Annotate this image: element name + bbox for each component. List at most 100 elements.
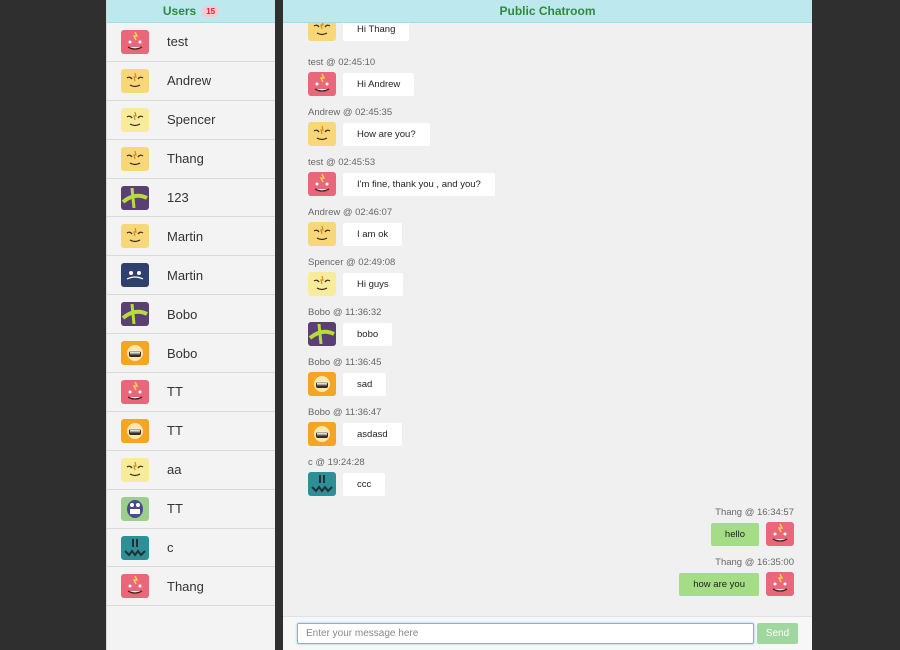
message-bubble: asdasd bbox=[343, 422, 402, 446]
message-bubble: I am ok bbox=[343, 222, 403, 246]
user-list-item[interactable]: TT bbox=[107, 490, 275, 529]
message-meta: c @ 19:24:28 bbox=[308, 457, 365, 468]
avatar bbox=[308, 422, 336, 446]
user-list-item[interactable]: aa bbox=[107, 451, 275, 490]
chat-message: Andrew @ 02:46:07 I am ok bbox=[308, 207, 403, 246]
chat-header: Public Chatroom bbox=[283, 0, 812, 23]
user-list-item[interactable]: Thang bbox=[107, 140, 275, 179]
chat-message: Bobo @ 11:36:45 sad bbox=[308, 357, 387, 396]
user-name: Spencer bbox=[167, 112, 216, 128]
avatar bbox=[121, 496, 149, 521]
users-header: Users 15 bbox=[107, 0, 275, 23]
avatar bbox=[308, 322, 336, 346]
avatar bbox=[121, 29, 149, 54]
message-list[interactable]: Hi Thang test @ 02:45:10 Hi Andrew Andrew @… bbox=[283, 23, 812, 616]
user-name: Martin bbox=[167, 228, 204, 244]
message-meta: Bobo @ 11:36:32 bbox=[308, 307, 382, 318]
message-bubble: Hi Andrew bbox=[343, 72, 415, 96]
message-meta: Thang @ 16:35:00 bbox=[715, 557, 794, 568]
user-name: Thang bbox=[167, 578, 204, 594]
message-bubble: ccc bbox=[343, 472, 386, 496]
avatar bbox=[308, 222, 336, 246]
user-name: c bbox=[167, 540, 174, 556]
user-list-item[interactable]: Bobo bbox=[107, 334, 275, 374]
avatar bbox=[308, 122, 336, 146]
user-list-item[interactable]: TT bbox=[107, 412, 275, 451]
avatar bbox=[308, 72, 336, 96]
message-meta: Spencer @ 02:49:08 bbox=[308, 257, 396, 268]
chat-message: Andrew @ 02:45:35 How are you? bbox=[308, 107, 430, 146]
chat-message: test @ 02:45:10 Hi Andrew bbox=[308, 57, 415, 96]
user-name: aa bbox=[167, 462, 182, 478]
user-list-item[interactable]: c bbox=[107, 529, 275, 568]
message-meta: Bobo @ 11:36:45 bbox=[308, 357, 382, 368]
chat-message: Thang @ 16:35:00 how are you bbox=[679, 557, 794, 596]
avatar bbox=[121, 535, 149, 560]
message-bubble: How are you? bbox=[343, 122, 430, 146]
avatar bbox=[121, 146, 149, 171]
user-name: Bobo bbox=[167, 306, 198, 322]
send-button[interactable]: Send bbox=[757, 623, 798, 644]
avatar bbox=[121, 574, 149, 599]
avatar bbox=[308, 472, 336, 496]
avatar bbox=[121, 263, 149, 288]
message-meta: Andrew @ 02:45:35 bbox=[308, 107, 393, 118]
avatar bbox=[308, 23, 336, 41]
message-input[interactable] bbox=[297, 623, 754, 644]
users-sidebar: Users 15 test Andrew Spencer Thang 123 Martin… bbox=[106, 0, 275, 650]
user-list-item[interactable]: test bbox=[107, 23, 275, 62]
user-count-badge: 15 bbox=[202, 5, 220, 17]
user-list-item[interactable]: Martin bbox=[107, 256, 275, 296]
user-list-item[interactable]: Martin bbox=[107, 217, 275, 257]
user-name: Martin bbox=[167, 267, 204, 283]
message-bubble: Hi guys bbox=[343, 272, 403, 296]
message-bubble: I'm fine, thank you , and you? bbox=[343, 172, 495, 196]
chat-message: Spencer @ 02:49:08 Hi guys bbox=[308, 257, 403, 296]
message-bubble: Hi Thang bbox=[343, 23, 410, 41]
user-list-item[interactable]: TT bbox=[107, 373, 275, 412]
avatar bbox=[308, 372, 336, 396]
user-name: 123 bbox=[167, 190, 189, 205]
chat-message: Hi Thang bbox=[308, 23, 410, 41]
avatar bbox=[121, 418, 149, 443]
user-name: Bobo bbox=[167, 345, 198, 361]
composer: Send bbox=[283, 616, 812, 650]
chat-message: test @ 02:45:53 I'm fine, thank you , and… bbox=[308, 157, 495, 196]
avatar bbox=[121, 379, 149, 404]
avatar bbox=[766, 522, 794, 546]
avatar bbox=[121, 107, 149, 132]
user-name: Andrew bbox=[167, 73, 212, 89]
user-name: TT bbox=[167, 501, 183, 517]
chat-message: Bobo @ 11:36:32 bobo bbox=[308, 307, 393, 346]
chat-panel: Public Chatroom Hi Thang test @ 02:45:10 H… bbox=[283, 0, 812, 650]
user-list-item[interactable]: Andrew bbox=[107, 62, 275, 101]
chat-title: Public Chatroom bbox=[499, 4, 596, 18]
avatar bbox=[766, 572, 794, 596]
message-meta: Andrew @ 02:46:07 bbox=[308, 207, 393, 218]
avatar bbox=[121, 224, 149, 249]
chat-message: Thang @ 16:34:57 hello bbox=[710, 507, 794, 546]
user-name: TT bbox=[167, 423, 183, 439]
avatar bbox=[121, 68, 149, 93]
avatar bbox=[121, 457, 149, 482]
user-list-item[interactable]: 123 bbox=[107, 179, 275, 218]
message-meta: test @ 02:45:10 bbox=[308, 57, 376, 68]
user-list-item[interactable]: Spencer bbox=[107, 101, 275, 140]
user-name: TT bbox=[167, 384, 183, 400]
chat-message: c @ 19:24:28 ccc bbox=[308, 457, 386, 496]
avatar bbox=[121, 341, 149, 366]
message-bubble: hello bbox=[710, 522, 759, 546]
avatar bbox=[121, 185, 149, 210]
avatar bbox=[121, 302, 149, 327]
avatar bbox=[308, 272, 336, 296]
user-list: test Andrew Spencer Thang 123 Martin Martin Bob… bbox=[107, 23, 275, 607]
message-bubble: how are you bbox=[679, 572, 759, 596]
user-name: test bbox=[167, 34, 188, 50]
message-bubble: bobo bbox=[343, 322, 393, 346]
user-list-item[interactable]: Bobo bbox=[107, 295, 275, 335]
user-list-item[interactable]: Thang bbox=[107, 567, 275, 607]
message-meta: Bobo @ 11:36:47 bbox=[308, 407, 382, 418]
avatar bbox=[308, 172, 336, 196]
user-name: Thang bbox=[167, 151, 204, 167]
users-title: Users bbox=[162, 4, 197, 18]
